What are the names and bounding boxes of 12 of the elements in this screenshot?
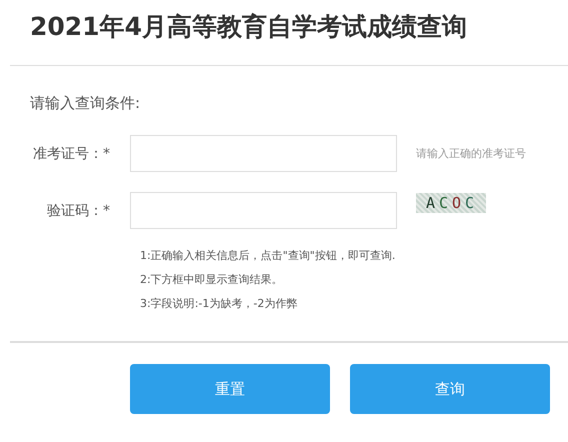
reset-button[interactable]: 重置 bbox=[130, 364, 330, 414]
field-label: 准考证号：* bbox=[32, 144, 110, 162]
note-text: 3:字段说明:-1为缺考，-2为作弊 bbox=[140, 297, 298, 311]
note-text: 1:正确输入相关信息后，点击"查询"按钮，即可查询. bbox=[140, 249, 396, 263]
note-text: 2:下方框中即显示查询结果。 bbox=[140, 273, 284, 287]
input-field[interactable] bbox=[130, 135, 397, 172]
input-field[interactable] bbox=[130, 192, 397, 229]
field-label: 验证码：* bbox=[46, 202, 110, 220]
prompt-text: 请输入查询条件: bbox=[30, 93, 142, 113]
query-button[interactable]: 查询 bbox=[350, 364, 550, 414]
page-title: 2021年4月高等教育自学考试成绩查询 bbox=[29, 11, 468, 43]
hint-text: 请输入正确的准考证号 bbox=[416, 146, 526, 161]
